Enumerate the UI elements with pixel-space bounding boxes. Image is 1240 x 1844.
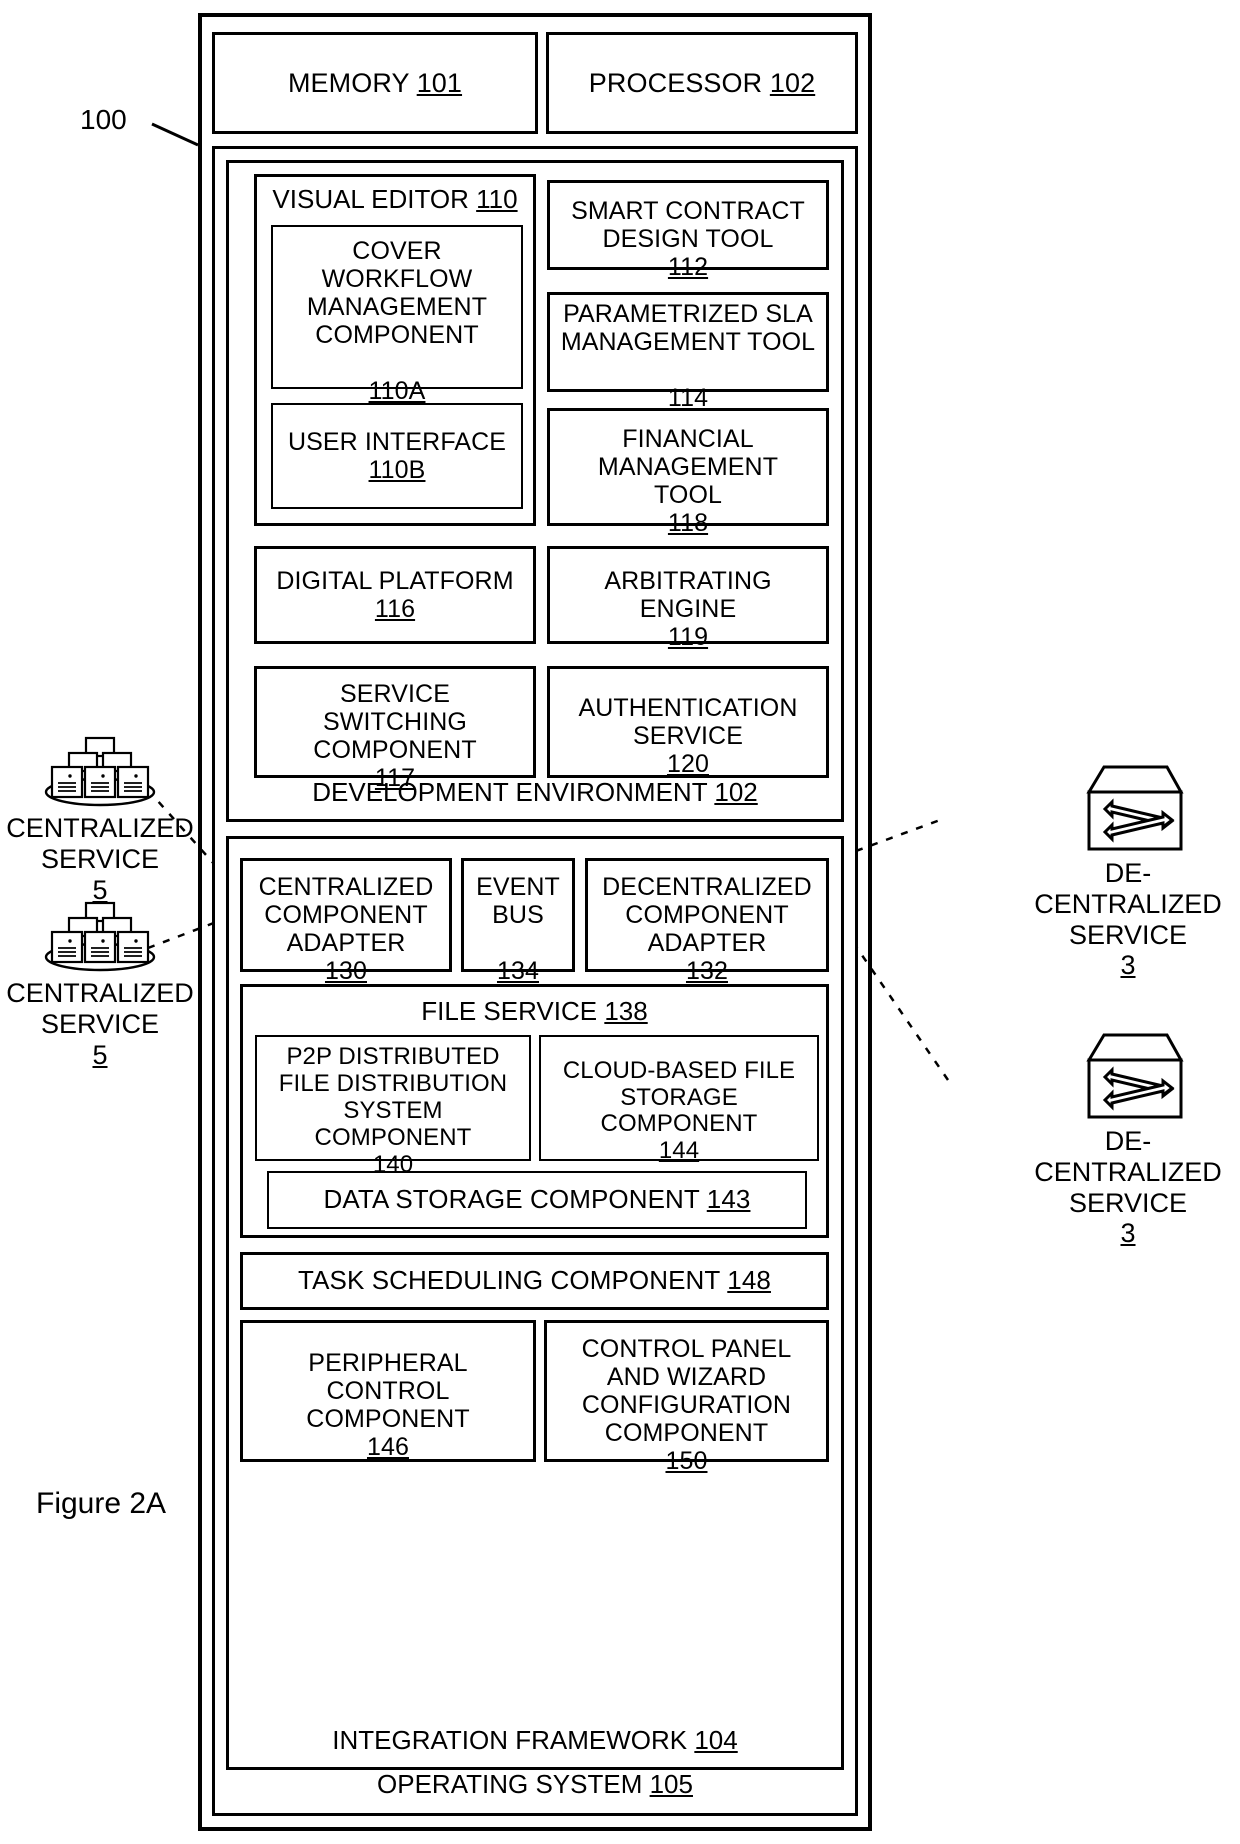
- memory-ref: 101: [416, 67, 463, 98]
- centralized-service-2-ref: 5: [92, 1039, 108, 1070]
- event-bus-ref: 134: [496, 957, 539, 985]
- processor-ref: 102: [769, 67, 816, 98]
- visual-editor-container: VISUAL EDITOR 110 COVER WORKFLOW MANAGEM…: [254, 174, 536, 526]
- server-cluster-icon: [44, 901, 156, 972]
- control-panel-and-wizard-configuration-component-box: CONTROL PANEL AND WIZARD CONFIGURATION C…: [544, 1320, 829, 1475]
- development-environment-ref: 102: [714, 776, 758, 807]
- authentication-service-ref: 120: [666, 750, 709, 778]
- user-interface-ref: 110B: [368, 456, 426, 484]
- peripheral-control-component-label: PERIPHERAL CONTROL COMPONENT: [306, 1349, 470, 1433]
- memory-box: MEMORY 101: [212, 32, 538, 134]
- smart-contract-design-tool-label: SMART CONTRACT DESIGN TOOL: [571, 197, 805, 253]
- integration-framework-caption: INTEGRATION FRAMEWORK 104: [229, 1724, 841, 1755]
- task-scheduling-component-label: TASK SCHEDULING COMPONENT: [298, 1265, 720, 1296]
- operating-system-ref: 105: [649, 1768, 693, 1799]
- decentralized-service-2-label: DE- CENTRALIZED SERVICE: [1034, 1126, 1222, 1218]
- centralized-service-2: CENTRALIZED SERVICE 5: [0, 900, 200, 1071]
- authentication-service-label: AUTHENTICATION SERVICE: [578, 694, 798, 750]
- cloud-based-file-storage-component-ref: 144: [658, 1137, 700, 1165]
- digital-platform-label: DIGITAL PLATFORM: [276, 567, 514, 595]
- p2p-distributed-file-distribution-system-component-box: P2P DISTRIBUTED FILE DISTRIBUTION SYSTEM…: [255, 1035, 531, 1178]
- cloud-based-file-storage-component-label: CLOUD-BASED FILE STORAGE COMPONENT: [562, 1056, 796, 1138]
- smart-contract-design-tool-box: SMART CONTRACT DESIGN TOOL 112: [547, 180, 829, 281]
- service-switching-component-box: SERVICE SWITCHING COMPONENT 117: [254, 666, 536, 792]
- arbitrating-engine-label: ARBITRATING ENGINE: [604, 567, 772, 623]
- decentralized-service-2-ref: 3: [1120, 1218, 1136, 1249]
- decentralized-service-1-label: DE- CENTRALIZED SERVICE: [1034, 858, 1222, 950]
- centralized-service-1: CENTRALIZED SERVICE 5: [0, 735, 200, 906]
- figure-label: Figure 2A: [36, 1487, 167, 1520]
- arbitrating-engine-ref: 119: [667, 623, 709, 651]
- memory-label: MEMORY: [287, 67, 410, 98]
- digital-platform-box: DIGITAL PLATFORM 116: [254, 546, 536, 644]
- user-interface-label: USER INTERFACE: [287, 428, 507, 456]
- operating-system-label: OPERATING SYSTEM: [377, 1768, 643, 1799]
- file-service-ref: 138: [604, 996, 648, 1026]
- control-panel-and-wizard-configuration-component-label: CONTROL PANEL AND WIZARD CONFIGURATION C…: [581, 1335, 792, 1447]
- integration-framework-ref: 104: [694, 1724, 738, 1755]
- p2p-distributed-file-distribution-system-component-label: P2P DISTRIBUTED FILE DISTRIBUTION SYSTEM…: [278, 1043, 508, 1151]
- service-switching-component-label: SERVICE SWITCHING COMPONENT: [313, 680, 477, 764]
- decentralized-component-adapter-box: DECENTRALIZED COMPONENT ADAPTER 132: [585, 858, 829, 985]
- decentralized-service-1-ref: 3: [1120, 950, 1136, 981]
- decentralized-component-adapter-label: DECENTRALIZED COMPONENT ADAPTER: [602, 873, 812, 957]
- event-bus-box: EVENT BUS 134: [461, 858, 575, 985]
- server-cluster-icon: [44, 736, 156, 807]
- peripheral-control-component-ref: 146: [366, 1433, 409, 1461]
- decentralized-service-1: DE- CENTRALIZED SERVICE 3: [1028, 762, 1228, 981]
- operating-system-caption: OPERATING SYSTEM 105: [215, 1768, 855, 1799]
- decentralized-component-adapter-ref: 132: [685, 957, 728, 985]
- authentication-service-box: AUTHENTICATION SERVICE 120: [547, 666, 829, 778]
- financial-management-tool-box: FINANCIAL MANAGEMENT TOOL 118: [547, 408, 829, 537]
- file-service-container: FILE SERVICE 138 P2P DISTRIBUTED FILE DI…: [240, 984, 829, 1238]
- centralized-service-2-label: CENTRALIZED SERVICE: [6, 978, 194, 1039]
- integration-framework-label: INTEGRATION FRAMEWORK: [332, 1724, 688, 1755]
- cover-workflow-management-component-ref: 110A: [368, 377, 426, 405]
- data-storage-component-label: DATA STORAGE COMPONENT: [323, 1184, 700, 1215]
- centralized-component-adapter-label: CENTRALIZED COMPONENT ADAPTER: [258, 873, 434, 957]
- peripheral-control-component-box: PERIPHERAL CONTROL COMPONENT 146: [240, 1320, 536, 1462]
- data-storage-component-ref: 143: [706, 1184, 751, 1215]
- network-switch-icon: [1086, 1033, 1184, 1119]
- financial-management-tool-ref: 118: [667, 509, 709, 537]
- task-scheduling-component-ref: 148: [727, 1265, 771, 1296]
- digital-platform-ref: 116: [374, 595, 416, 623]
- parametrized-sla-management-tool-box: PARAMETRIZED SLA MANAGEMENT TOOL 114: [547, 292, 829, 412]
- centralized-component-adapter-box: CENTRALIZED COMPONENT ADAPTER 130: [240, 858, 452, 985]
- cover-workflow-management-component-label: COVER WORKFLOW MANAGEMENT COMPONENT: [306, 237, 488, 349]
- cloud-based-file-storage-component-box: CLOUD-BASED FILE STORAGE COMPONENT 144: [539, 1035, 819, 1165]
- network-switch-icon: [1086, 765, 1184, 851]
- centralized-service-1-label: CENTRALIZED SERVICE: [6, 813, 194, 874]
- task-scheduling-component-box: TASK SCHEDULING COMPONENT 148: [240, 1252, 829, 1310]
- arbitrating-engine-box: ARBITRATING ENGINE 119: [547, 546, 829, 651]
- financial-management-tool-label: FINANCIAL MANAGEMENT TOOL: [597, 425, 779, 509]
- decentralized-service-2: DE- CENTRALIZED SERVICE 3: [1028, 1030, 1228, 1249]
- event-bus-label: EVENT BUS: [476, 873, 560, 929]
- control-panel-and-wizard-configuration-component-ref: 150: [665, 1447, 708, 1475]
- cover-workflow-management-component-box: COVER WORKFLOW MANAGEMENT COMPONENT 110A: [271, 225, 523, 405]
- parametrized-sla-management-tool-label: PARAMETRIZED SLA MANAGEMENT TOOL: [560, 300, 816, 356]
- centralized-component-adapter-ref: 130: [324, 957, 367, 985]
- processor-box: PROCESSOR 102: [546, 32, 858, 134]
- service-switching-component-ref: 117: [374, 764, 416, 792]
- data-storage-component-box: DATA STORAGE COMPONENT 143: [267, 1171, 807, 1229]
- processor-label: PROCESSOR: [588, 67, 763, 98]
- system-reference-number: 100: [80, 104, 127, 135]
- user-interface-box: USER INTERFACE 110B: [271, 403, 523, 509]
